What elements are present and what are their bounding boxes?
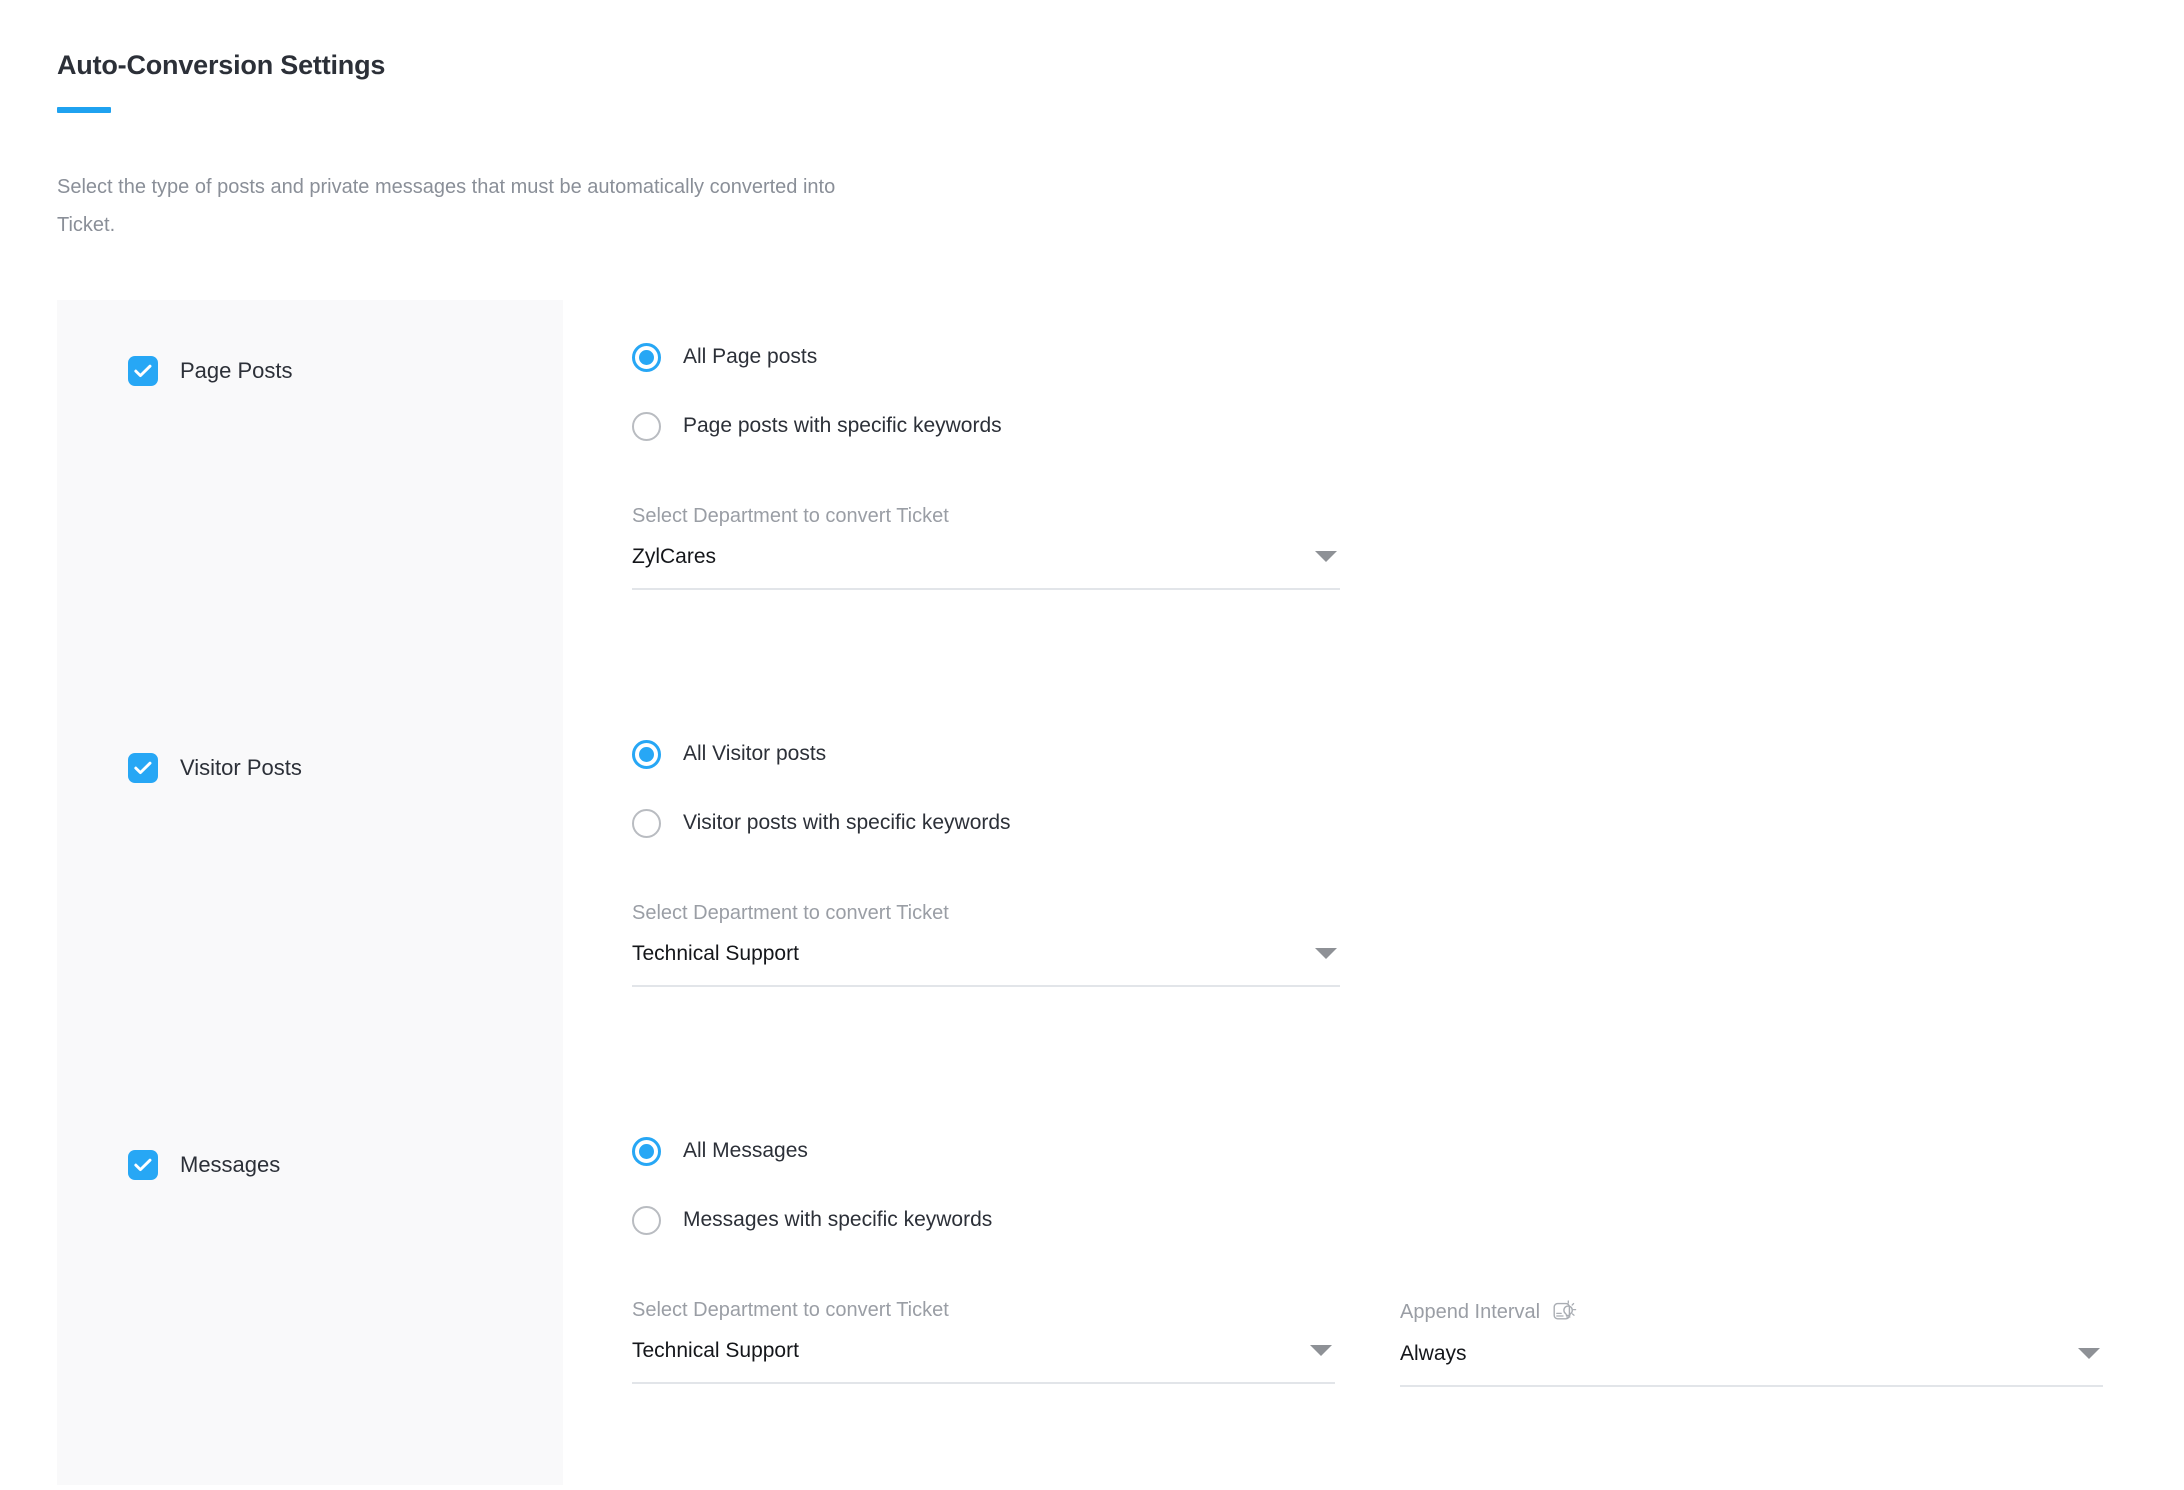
append-interval-value: Always	[1400, 1339, 2103, 1369]
radio-label-all-visitor-posts: All Visitor posts	[683, 742, 826, 766]
radio-label-page-posts-keywords: Page posts with specific keywords	[683, 414, 1002, 438]
radio-group-messages: All Messages Messages with specific keyw…	[632, 1134, 992, 1272]
department-value-visitor-posts: Technical Support	[632, 939, 1340, 969]
department-dropdown-visitor-posts[interactable]: Technical Support	[632, 939, 1340, 987]
chevron-down-icon[interactable]	[1310, 1345, 1332, 1356]
radio-group-visitor-posts: All Visitor posts Visitor posts with spe…	[632, 737, 1011, 875]
chevron-down-icon[interactable]	[1315, 551, 1337, 562]
department-field-label-visitor-posts: Select Department to convert Ticket	[632, 902, 1340, 925]
checkbox-page-posts[interactable]	[128, 356, 158, 386]
checkbox-row-page-posts[interactable]: Page Posts	[128, 356, 293, 386]
department-field-page-posts: Select Department to convert Ticket ZylC…	[632, 505, 1340, 590]
radio-visitor-posts-keywords[interactable]	[632, 809, 661, 838]
department-dropdown-page-posts[interactable]: ZylCares	[632, 542, 1340, 590]
page-description: Select the type of posts and private mes…	[57, 168, 887, 244]
radio-label-messages-keywords: Messages with specific keywords	[683, 1208, 992, 1232]
radio-label-all-messages: All Messages	[683, 1139, 808, 1163]
department-field-label-page-posts: Select Department to convert Ticket	[632, 505, 1340, 528]
append-interval-field: Append Interval Always	[1400, 1299, 2103, 1387]
radio-all-page-posts[interactable]	[632, 343, 661, 372]
radio-all-messages[interactable]	[632, 1137, 661, 1166]
radio-row-messages-keywords[interactable]: Messages with specific keywords	[632, 1203, 992, 1237]
checkbox-label-visitor-posts: Visitor Posts	[180, 755, 302, 781]
department-value-page-posts: ZylCares	[632, 542, 1340, 572]
page-title: Auto-Conversion Settings	[57, 50, 385, 81]
chevron-down-icon[interactable]	[2078, 1348, 2100, 1359]
append-interval-label-wrap: Append Interval	[1400, 1299, 2103, 1325]
radio-label-all-page-posts: All Page posts	[683, 345, 817, 369]
department-field-messages: Select Department to convert Ticket Tech…	[632, 1299, 1335, 1384]
radio-group-page-posts: All Page posts Page posts with specific …	[632, 340, 1002, 478]
categories-panel	[57, 300, 563, 1485]
checkbox-messages[interactable]	[128, 1150, 158, 1180]
radio-messages-keywords[interactable]	[632, 1206, 661, 1235]
radio-row-all-visitor-posts[interactable]: All Visitor posts	[632, 737, 1011, 771]
title-accent-bar	[57, 107, 111, 113]
department-field-label-messages: Select Department to convert Ticket	[632, 1299, 1335, 1322]
checkbox-label-messages: Messages	[180, 1152, 280, 1178]
checkbox-label-page-posts: Page Posts	[180, 358, 293, 384]
checkbox-visitor-posts[interactable]	[128, 753, 158, 783]
radio-all-visitor-posts[interactable]	[632, 740, 661, 769]
radio-row-page-posts-keywords[interactable]: Page posts with specific keywords	[632, 409, 1002, 443]
radio-page-posts-keywords[interactable]	[632, 412, 661, 441]
radio-row-all-messages[interactable]: All Messages	[632, 1134, 992, 1168]
auto-conversion-settings-page: Auto-Conversion Settings Select the type…	[0, 0, 2184, 1490]
checkbox-row-visitor-posts[interactable]: Visitor Posts	[128, 753, 302, 783]
tip-bulb-icon[interactable]	[1552, 1299, 1578, 1325]
append-interval-dropdown[interactable]: Always	[1400, 1339, 2103, 1387]
department-value-messages: Technical Support	[632, 1336, 1335, 1366]
radio-row-all-page-posts[interactable]: All Page posts	[632, 340, 1002, 374]
department-field-visitor-posts: Select Department to convert Ticket Tech…	[632, 902, 1340, 987]
checkbox-row-messages[interactable]: Messages	[128, 1150, 280, 1180]
chevron-down-icon[interactable]	[1315, 948, 1337, 959]
radio-row-visitor-posts-keywords[interactable]: Visitor posts with specific keywords	[632, 806, 1011, 840]
radio-label-visitor-posts-keywords: Visitor posts with specific keywords	[683, 811, 1011, 835]
department-dropdown-messages[interactable]: Technical Support	[632, 1336, 1335, 1384]
append-interval-label: Append Interval	[1400, 1301, 1540, 1324]
